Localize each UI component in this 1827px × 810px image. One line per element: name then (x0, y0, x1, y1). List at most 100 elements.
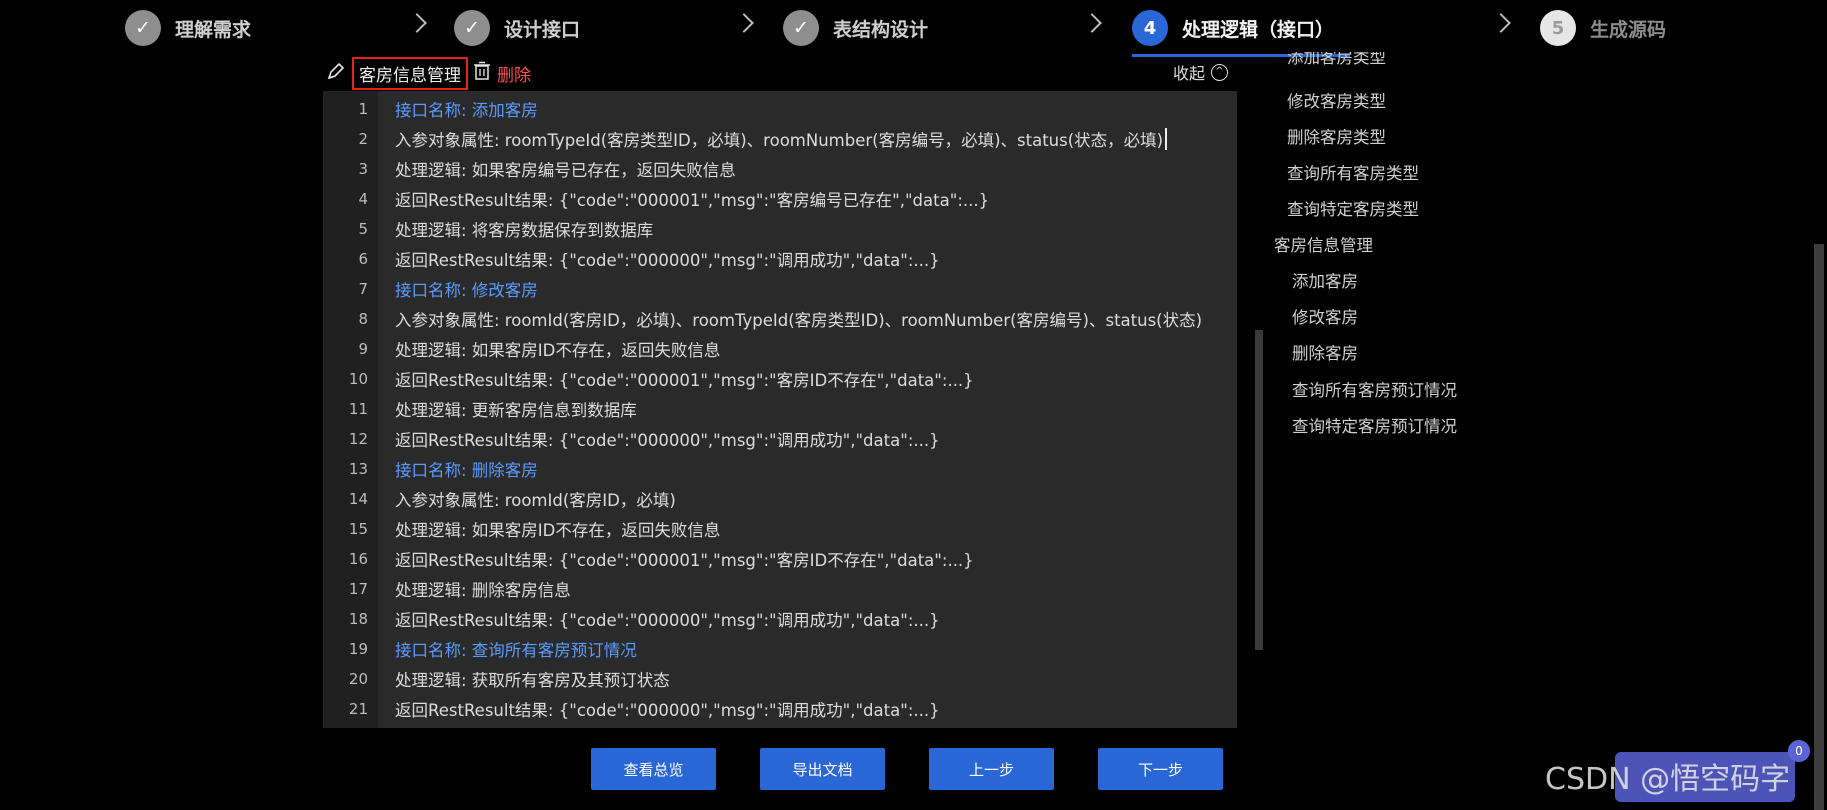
line-number: 17 (348, 580, 368, 598)
code-line[interactable]: 21 返回RestResult结果: {"code":"000000","msg"… (323, 694, 1237, 724)
watermark: CSDN @悟空码字 (1545, 762, 1791, 797)
step-label: 处理逻辑（接口） (1182, 18, 1335, 41)
tree-item-query-all-room-types[interactable]: 查询所有客房类型 (1287, 160, 1419, 184)
code-text: 返回RestResult结果: {"code":"000001","msg":"… (395, 551, 974, 570)
tree-group-room-info[interactable]: 客房信息管理 (1274, 232, 1373, 256)
export-document-button[interactable]: 导出文档 (760, 748, 885, 790)
step-process-logic[interactable]: 4 处理逻辑（接口） (1132, 8, 1334, 48)
line-number: 21 (348, 700, 368, 718)
line-number: 2 (358, 130, 368, 148)
tree-item-query-booking[interactable]: 查询特定客房预订情况 (1292, 413, 1457, 437)
code-line[interactable]: 19 接口名称: 查询所有客房预订情况 (323, 634, 1237, 664)
chevron-right-icon (1082, 13, 1102, 33)
api-name-line: 接口名称: 删除客房 (395, 461, 538, 480)
step-table-design[interactable]: ✓ 表结构设计 (783, 8, 928, 48)
view-overview-button[interactable]: 查看总览 (591, 748, 716, 790)
step-label: 表结构设计 (833, 18, 929, 41)
code-line[interactable]: 15 处理逻辑: 如果客房ID不存在，返回失败信息 (323, 514, 1237, 544)
api-name-line: 接口名称: 修改客房 (395, 281, 538, 300)
line-number: 6 (358, 250, 368, 268)
code-line[interactable]: 13 接口名称: 删除客房 (323, 454, 1237, 484)
delete-label: 删除 (497, 65, 531, 86)
api-name-line: 接口名称: 添加客房 (395, 101, 538, 120)
tree-item-add-room[interactable]: 添加客房 (1292, 268, 1358, 292)
code-line[interactable]: 4 返回RestResult结果: {"code":"000001","msg":… (323, 184, 1237, 214)
code-text: 处理逻辑: 获取所有客房及其预订状态 (395, 671, 670, 690)
code-line[interactable]: 6 返回RestResult结果: {"code":"000000","msg":… (323, 244, 1237, 274)
code-line[interactable]: 1 接口名称: 添加客房 (323, 94, 1237, 124)
trash-icon (473, 61, 491, 85)
tree-item-edit-room[interactable]: 修改客房 (1292, 304, 1358, 328)
next-step-button[interactable]: 下一步 (1098, 748, 1223, 790)
editor-scrollbar[interactable] (1255, 330, 1263, 650)
step-label: 设计接口 (504, 18, 581, 41)
code-line[interactable]: 16 返回RestResult结果: {"code":"000001","msg"… (323, 544, 1237, 574)
text-cursor (1165, 128, 1167, 150)
code-text: 处理逻辑: 如果客房ID不存在，返回失败信息 (395, 341, 721, 360)
code-line[interactable]: 2 入参对象属性: roomTypeId(客房类型ID，必填)、roomNumbe… (323, 124, 1237, 154)
code-text: 返回RestResult结果: {"code":"000000","msg":"… (395, 251, 940, 270)
edit-pen-icon[interactable] (326, 61, 346, 85)
code-text: 返回RestResult结果: {"code":"000001","msg":"… (395, 191, 990, 210)
tree-scroll-clip: 添加客房类型 (1270, 52, 1570, 72)
notification-badge[interactable]: 0 (1788, 740, 1810, 762)
code-line[interactable]: 14 入参对象属性: roomId(客房ID，必填) (323, 484, 1237, 514)
step-design-interface[interactable]: ✓ 设计接口 (454, 8, 580, 48)
line-number: 16 (348, 550, 368, 568)
code-editor[interactable]: 1 接口名称: 添加客房 2 入参对象属性: roomTypeId(客房类型ID，必填… (323, 91, 1237, 728)
page-scrollbar[interactable] (1814, 244, 1824, 810)
code-line[interactable]: 11 处理逻辑: 更新客房信息到数据库 (323, 394, 1237, 424)
code-text: 处理逻辑: 更新客房信息到数据库 (395, 401, 637, 420)
line-number: 9 (358, 340, 368, 358)
code-line[interactable]: 18 返回RestResult结果: {"code":"000000","msg"… (323, 604, 1237, 634)
code-text: 处理逻辑: 如果客房ID不存在，返回失败信息 (395, 521, 721, 540)
line-number: 12 (348, 430, 368, 448)
module-header: 客房信息管理 删除 (326, 56, 531, 90)
code-line[interactable]: 3 处理逻辑: 如果客房编号已存在，返回失败信息 (323, 154, 1237, 184)
previous-step-button[interactable]: 上一步 (929, 748, 1054, 790)
tree-item-delete-room[interactable]: 删除客房 (1292, 340, 1358, 364)
code-line[interactable]: 8 入参对象属性: roomId(客房ID，必填)、roomTypeId(客房类型… (323, 304, 1237, 334)
step-label: 生成源码 (1590, 18, 1667, 41)
line-number: 7 (358, 280, 368, 298)
code-line[interactable]: 20 处理逻辑: 获取所有客房及其预订状态 (323, 664, 1237, 694)
progress-stepper: ✓ 理解需求 ✓ 设计接口 ✓ 表结构设计 4 处理逻辑（接口） 5 生成源码 (0, 0, 1827, 57)
tree-item-query-room-type[interactable]: 查询特定客房类型 (1287, 196, 1419, 220)
check-icon: ✓ (783, 10, 819, 46)
api-name-line: 接口名称: 查询所有客房预订情况 (395, 641, 637, 660)
line-number: 5 (358, 220, 368, 238)
step-number: 4 (1132, 10, 1168, 46)
delete-button[interactable]: 删除 (473, 61, 531, 86)
module-name[interactable]: 客房信息管理 (352, 56, 468, 90)
tree-item-delete-room-type[interactable]: 删除客房类型 (1287, 124, 1386, 148)
tree-item-query-all-bookings[interactable]: 查询所有客房预订情况 (1292, 377, 1457, 401)
code-text: 入参对象属性: roomId(客房ID，必填) (395, 491, 676, 510)
tree-item-add-room-type[interactable]: 添加客房类型 (1287, 52, 1386, 68)
line-number: 15 (348, 520, 368, 538)
code-text: 返回RestResult结果: {"code":"000000","msg":"… (395, 701, 940, 720)
tree-item-edit-room-type[interactable]: 修改客房类型 (1287, 88, 1386, 112)
line-number: 11 (348, 400, 368, 418)
collapse-button[interactable]: 收起 ^ (1173, 60, 1229, 84)
collapse-label: 收起 (1173, 64, 1206, 83)
line-number: 3 (358, 160, 368, 178)
step-generate-source[interactable]: 5 生成源码 (1540, 8, 1666, 48)
chevron-right-icon (407, 13, 427, 33)
chevron-right-icon (734, 13, 754, 33)
code-line[interactable]: 7 接口名称: 修改客房 (323, 274, 1237, 304)
code-text: 处理逻辑: 如果客房编号已存在，返回失败信息 (395, 161, 736, 180)
chevron-right-icon (1491, 13, 1511, 33)
code-text: 处理逻辑: 将客房数据保存到数据库 (395, 221, 654, 240)
step-understand-requirements[interactable]: ✓ 理解需求 (125, 8, 251, 48)
code-line[interactable]: 10 返回RestResult结果: {"code":"000001","msg"… (323, 364, 1237, 394)
check-icon: ✓ (125, 10, 161, 46)
code-text: 入参对象属性: roomId(客房ID，必填)、roomTypeId(客房类型I… (395, 311, 1203, 330)
code-line[interactable]: 9 处理逻辑: 如果客房ID不存在，返回失败信息 (323, 334, 1237, 364)
line-number: 1 (358, 100, 368, 118)
code-line[interactable]: 17 处理逻辑: 删除客房信息 (323, 574, 1237, 604)
line-number: 4 (358, 190, 368, 208)
code-line[interactable]: 5 处理逻辑: 将客房数据保存到数据库 (323, 214, 1237, 244)
code-line[interactable]: 12 返回RestResult结果: {"code":"000000","msg"… (323, 424, 1237, 454)
code-text: 入参对象属性: roomTypeId(客房类型ID，必填)、roomNumber… (395, 131, 1164, 150)
line-number: 14 (348, 490, 368, 508)
